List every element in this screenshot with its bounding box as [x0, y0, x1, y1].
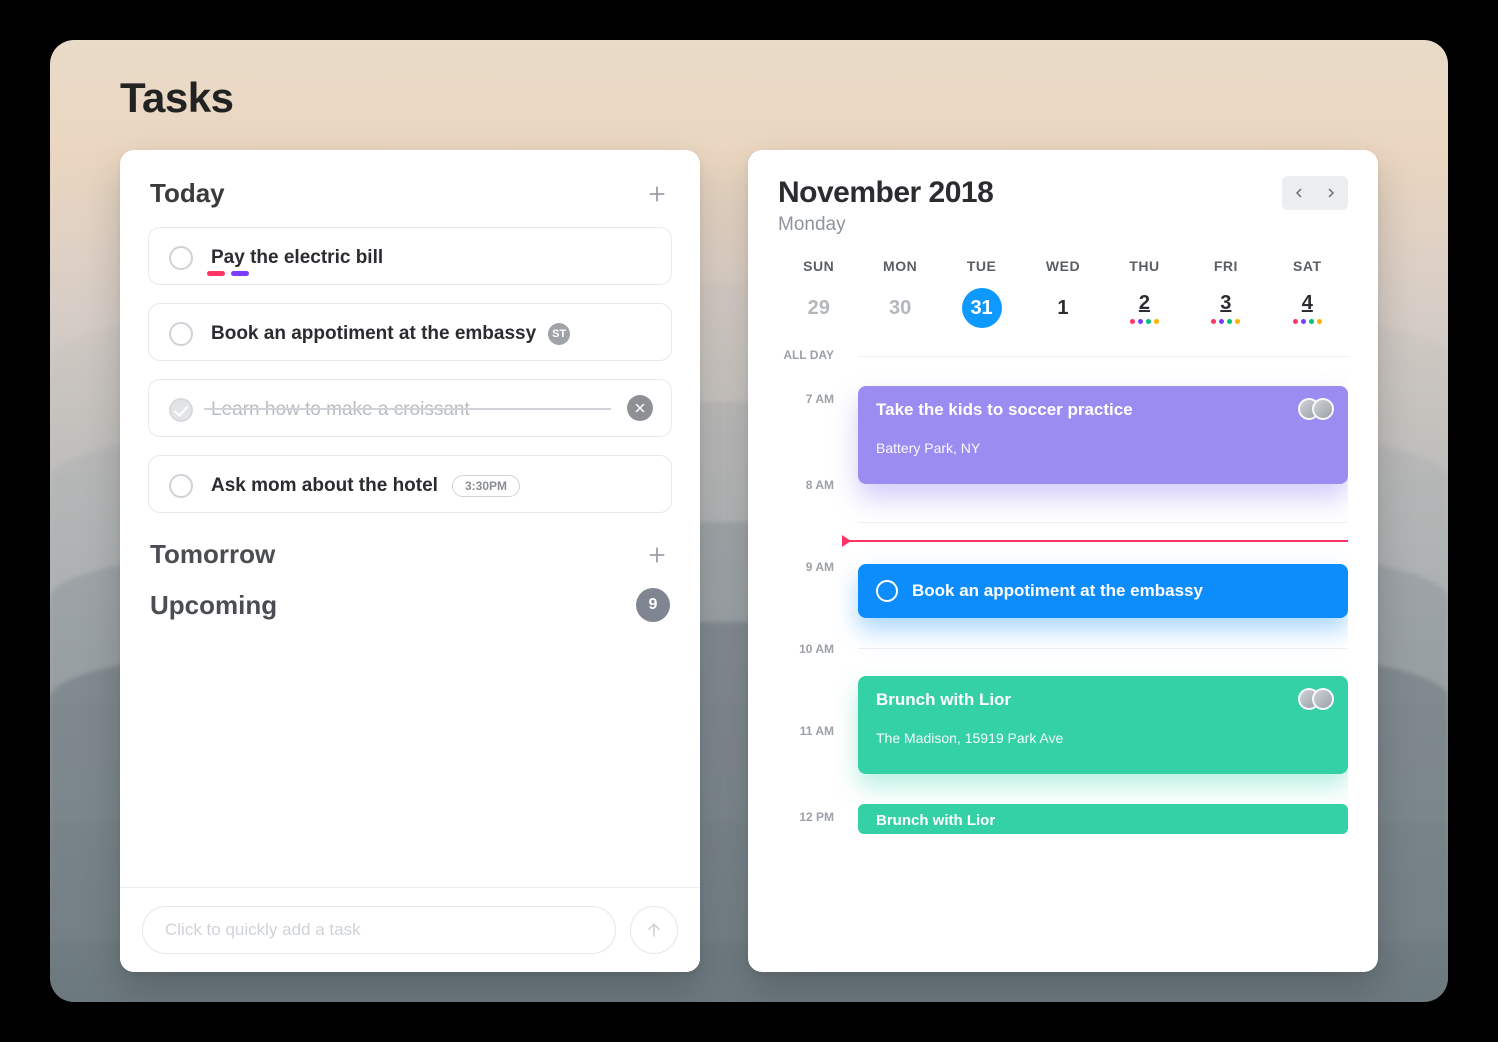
calendar-date[interactable]: 3	[1185, 292, 1266, 325]
plus-icon	[646, 544, 668, 566]
dow-label: SUN	[778, 258, 859, 274]
calendar-panel: November 2018 Monday SUN MON	[748, 150, 1378, 972]
current-time-indicator	[848, 540, 1348, 542]
event-title: Brunch with Lior	[876, 812, 1330, 829]
delete-task-button[interactable]	[627, 395, 653, 421]
dow-label: TUE	[941, 258, 1022, 274]
task-time-pill: 3:30PM	[452, 475, 520, 497]
dow-label: WED	[1022, 258, 1103, 274]
calendar-date[interactable]: 29	[778, 297, 859, 320]
hour-label: 11 AM	[778, 724, 844, 738]
quick-add-submit-button[interactable]	[630, 906, 678, 954]
calendar-event[interactable]: Book an appotiment at the embassy	[858, 564, 1348, 618]
event-title: Book an appotiment at the embassy	[912, 581, 1203, 601]
close-icon	[633, 401, 647, 415]
assignee-badge: ST	[548, 323, 570, 345]
task-text: Pay the electric bill	[211, 247, 383, 269]
tomorrow-heading: Tomorrow	[150, 539, 275, 570]
hour-label: 9 AM	[778, 560, 844, 574]
hour-label: 8 AM	[778, 478, 844, 492]
calendar-date[interactable]: 30	[859, 297, 940, 320]
hour-label: 7 AM	[778, 392, 844, 406]
calendar-event[interactable]: Take the kids to soccer practice Battery…	[858, 386, 1348, 484]
event-avatars	[1298, 688, 1334, 710]
task-checkbox[interactable]	[169, 398, 193, 422]
page-title: Tasks	[120, 74, 233, 122]
add-task-tomorrow-button[interactable]	[644, 542, 670, 568]
task-checkbox[interactable]	[169, 474, 193, 498]
tasks-panel: Today Pay the electric bill Book	[120, 150, 700, 972]
event-title: Take the kids to soccer practice	[876, 400, 1330, 420]
unchecked-icon	[876, 580, 898, 602]
hour-label: 12 PM	[778, 810, 844, 824]
dow-label: FRI	[1185, 258, 1266, 274]
allday-label: ALL DAY	[778, 348, 844, 362]
task-text: Book an appotiment at the embassy	[211, 323, 536, 345]
calendar-weekday: Monday	[778, 214, 993, 236]
strike-line	[204, 408, 611, 410]
task-checkbox[interactable]	[169, 246, 193, 270]
add-task-today-button[interactable]	[644, 181, 670, 207]
task-item[interactable]: Book an appotiment at the embassy ST	[148, 303, 672, 361]
calendar-date[interactable]: 2	[1104, 292, 1185, 325]
calendar-date-selected[interactable]: 31	[941, 288, 1022, 328]
event-location: The Madison, 15919 Park Ave	[876, 730, 1330, 746]
chevron-left-icon	[1291, 185, 1307, 201]
task-tags	[207, 271, 249, 276]
task-item[interactable]: Pay the electric bill	[148, 227, 672, 285]
calendar-month-year: November 2018	[778, 176, 993, 210]
task-text: Ask mom about the hotel	[211, 475, 438, 497]
event-avatars	[1298, 398, 1334, 420]
dow-label: MON	[859, 258, 940, 274]
calendar-date[interactable]: 1	[1022, 297, 1103, 320]
calendar-next-button[interactable]	[1316, 178, 1346, 208]
task-text: Learn how to make a croissant	[211, 399, 470, 421]
chevron-right-icon	[1323, 185, 1339, 201]
today-heading: Today	[150, 178, 225, 209]
calendar-event[interactable]: Brunch with Lior The Madison, 15919 Park…	[858, 676, 1348, 774]
task-item[interactable]: Ask mom about the hotel 3:30PM	[148, 455, 672, 513]
calendar-event[interactable]: Brunch with Lior	[858, 804, 1348, 834]
event-title: Brunch with Lior	[876, 690, 1330, 710]
event-location: Battery Park, NY	[876, 440, 1330, 456]
quick-add-input[interactable]	[142, 906, 616, 954]
task-item[interactable]: Learn how to make a croissant	[148, 379, 672, 437]
dow-label: THU	[1104, 258, 1185, 274]
hour-label: 10 AM	[778, 642, 844, 656]
task-checkbox[interactable]	[169, 322, 193, 346]
dow-label: SAT	[1267, 258, 1348, 274]
plus-icon	[646, 183, 668, 205]
upcoming-count-badge: 9	[636, 588, 670, 622]
upcoming-heading: Upcoming	[150, 590, 277, 621]
calendar-date[interactable]: 4	[1267, 292, 1348, 325]
arrow-up-icon	[644, 920, 664, 940]
calendar-prev-button[interactable]	[1284, 178, 1314, 208]
